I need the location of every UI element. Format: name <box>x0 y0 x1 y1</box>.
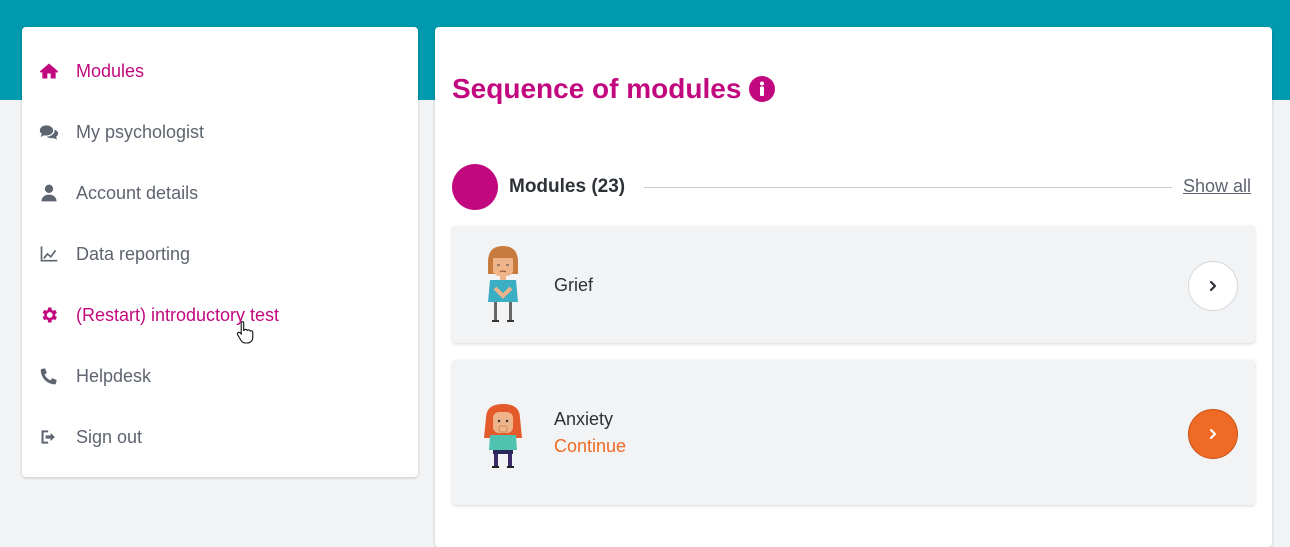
sidebar-item-label: Modules <box>76 60 145 81</box>
divider <box>644 187 1172 188</box>
chevron-right-icon <box>1209 280 1217 292</box>
chevron-right-icon <box>1209 428 1217 440</box>
module-name: Anxiety <box>554 409 614 429</box>
sidebar-item-helpdesk[interactable]: Helpdesk <box>38 361 151 391</box>
sidebar-item-label: Data reporting <box>76 243 191 264</box>
sidebar-item-label: Account details <box>76 182 199 203</box>
section-marker <box>452 164 498 210</box>
section-title: Modules (23) <box>509 176 626 197</box>
info-icon[interactable] <box>749 76 776 102</box>
sidebar-item-label: Sign out <box>76 426 143 447</box>
hand-pointer-cursor-icon <box>236 320 254 344</box>
phone-icon <box>38 365 60 387</box>
sign-out-icon <box>38 426 60 448</box>
chat-bubbles-icon <box>38 121 60 143</box>
module-card-grief[interactable]: Grief <box>452 226 1255 343</box>
gear-icon <box>38 304 60 326</box>
sidebar-item-modules[interactable]: Modules <box>38 56 144 86</box>
sidebar-item-sign-out[interactable]: Sign out <box>38 422 142 452</box>
module-name: Grief <box>554 275 594 295</box>
sidebar-item-my-psychologist[interactable]: My psychologist <box>38 117 204 147</box>
module-status-continue[interactable]: Continue <box>554 436 626 457</box>
user-icon <box>38 182 60 204</box>
page-title-text: Sequence of modules <box>452 73 742 104</box>
modules-section-header: Modules (23) Show all <box>452 164 1252 210</box>
home-icon <box>38 60 60 82</box>
sidebar-item-data-reporting[interactable]: Data reporting <box>38 239 190 269</box>
anxiety-character-avatar <box>484 404 522 468</box>
continue-module-button[interactable] <box>1188 409 1238 459</box>
open-module-button[interactable] <box>1188 261 1238 311</box>
page-title: Sequence of modules <box>452 73 776 105</box>
module-card-anxiety[interactable]: Anxiety Continue <box>452 360 1255 505</box>
sidebar: Modules My psychologist Account details … <box>22 27 418 477</box>
sidebar-item-label: My psychologist <box>76 121 205 142</box>
grief-character-avatar <box>488 246 518 322</box>
line-chart-icon <box>38 243 60 265</box>
sidebar-item-label: Helpdesk <box>76 365 152 386</box>
main-panel: Sequence of modules Modules (23) Show al… <box>435 27 1272 547</box>
show-all-link[interactable]: Show all <box>1183 176 1251 197</box>
sidebar-item-account-details[interactable]: Account details <box>38 178 198 208</box>
